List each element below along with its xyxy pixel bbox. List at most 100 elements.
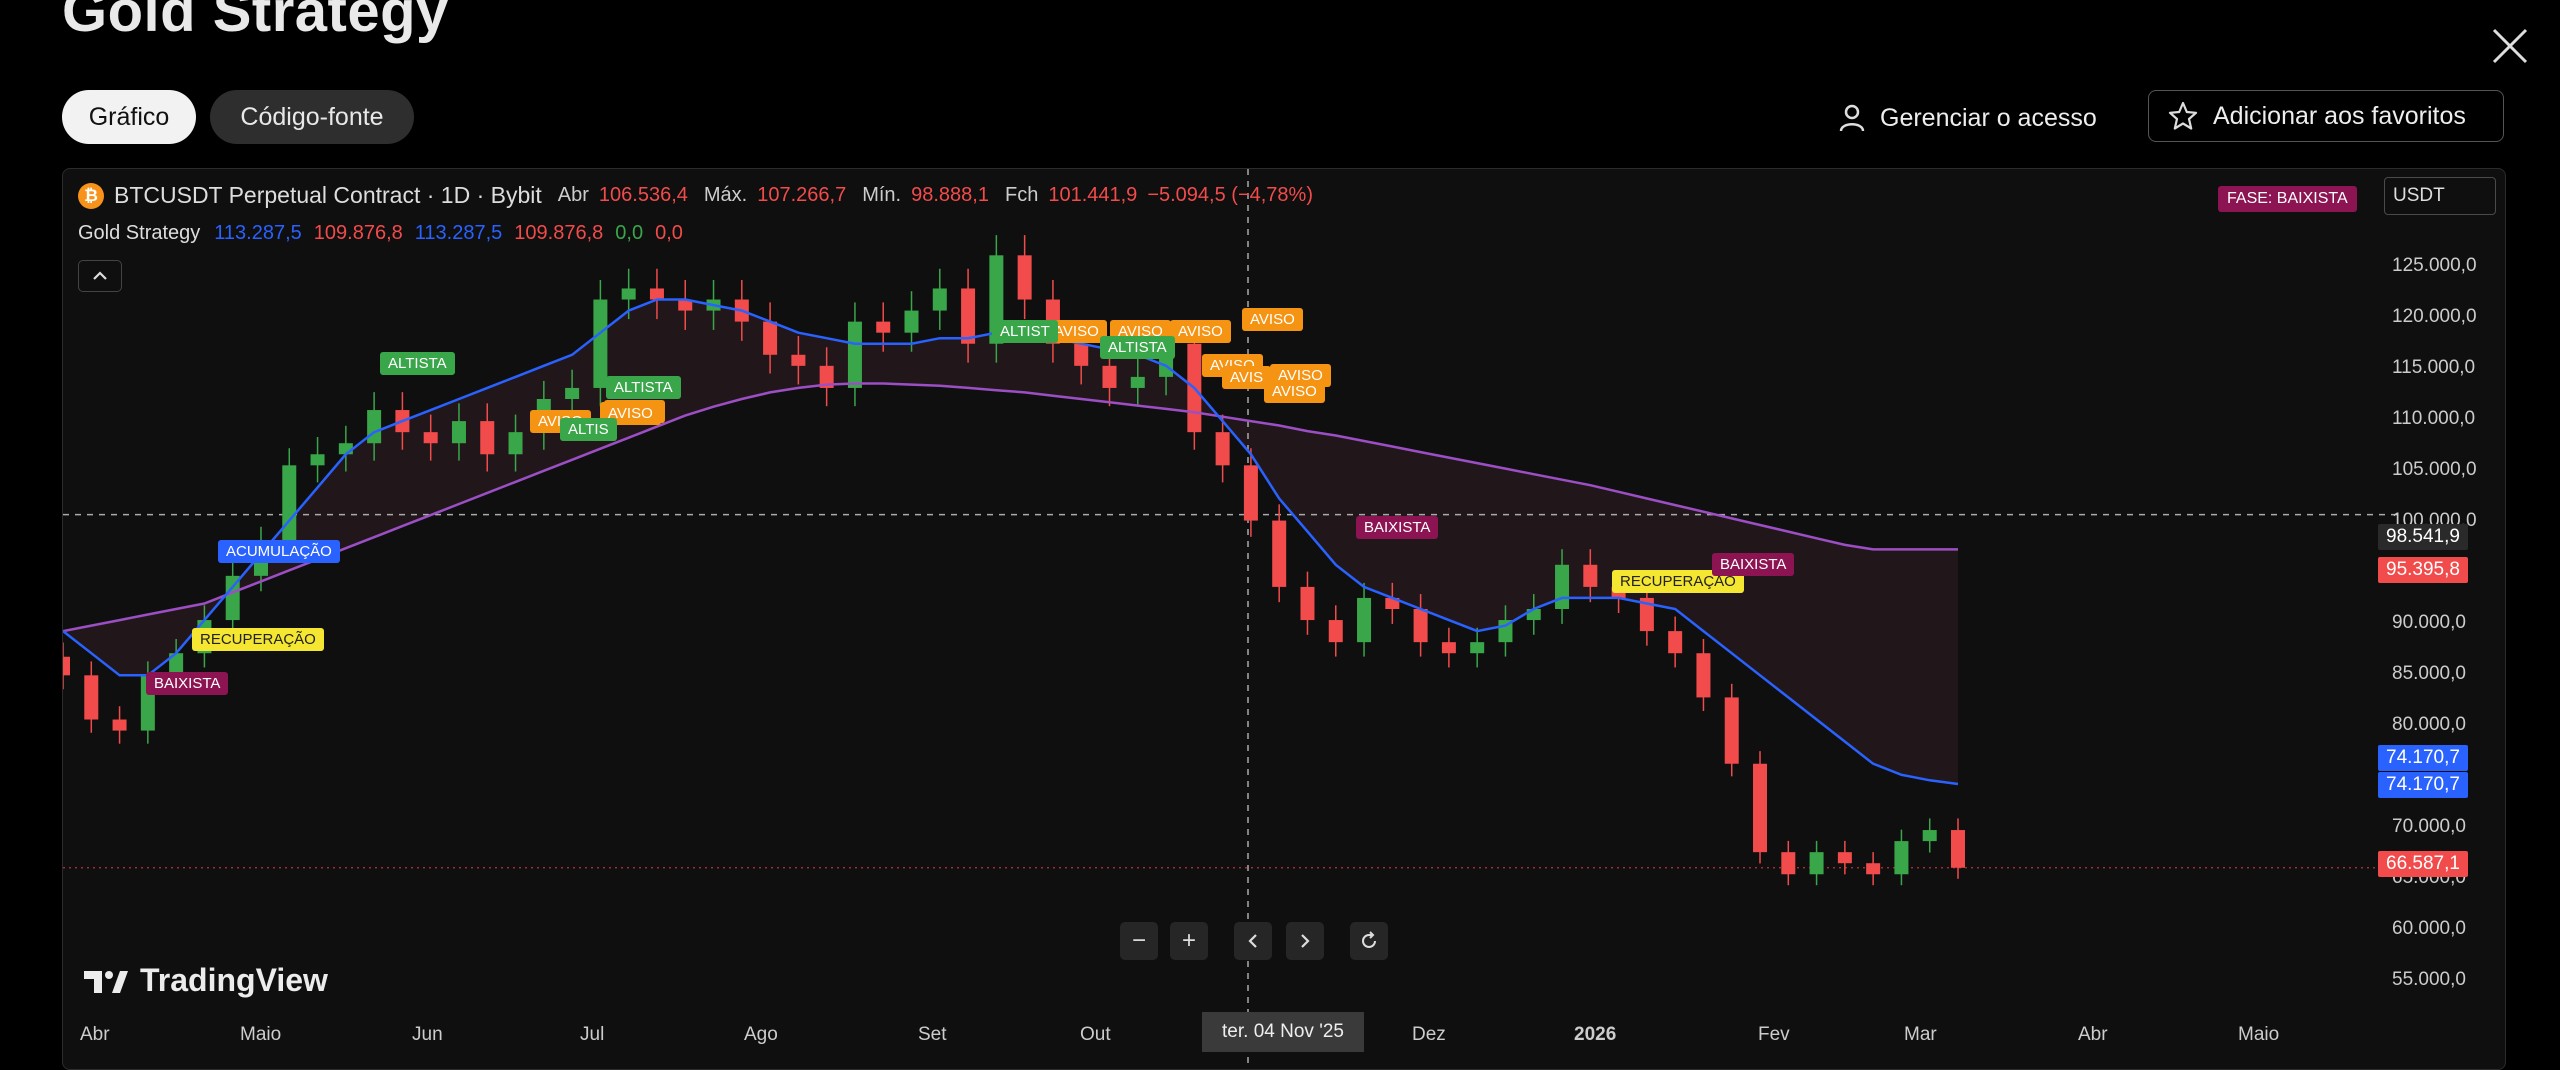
candle-body	[1781, 852, 1796, 875]
candle-body	[1017, 255, 1032, 300]
candle-body	[1441, 642, 1456, 654]
candle-body	[84, 675, 99, 720]
scroll-left-button[interactable]	[1234, 922, 1272, 960]
price-badge: 74.170,7	[2378, 745, 2468, 771]
x-tick-label: Maio	[2238, 1024, 2280, 1045]
candle-body	[1837, 852, 1852, 864]
candle-body	[1300, 586, 1315, 621]
signal-tag: BAIXISTA	[1712, 553, 1795, 576]
trend-cloud	[63, 299, 1958, 784]
crosshair-date: ter. 04 Nov '25	[1202, 1012, 1364, 1052]
candle-body	[310, 454, 325, 466]
indicator-name: Gold Strategy	[78, 222, 201, 244]
x-tick-label: Out	[1080, 1024, 1111, 1045]
manage-access-button[interactable]: Gerenciar o acesso	[1838, 95, 2097, 141]
bitcoin-icon: ₿	[78, 182, 104, 209]
add-favorites-button[interactable]: Adicionar aos favoritos	[2148, 90, 2504, 142]
signal-tag: ALTIS	[560, 418, 617, 441]
x-tick-label: Jul	[580, 1024, 605, 1045]
y-tick-label: 105.000,0	[2392, 459, 2477, 480]
x-tick-label: Abr	[80, 1024, 110, 1045]
tradingview-icon	[84, 970, 128, 993]
low-label: Mín.	[862, 184, 902, 206]
close-button[interactable]	[2488, 24, 2532, 68]
indicator-values: 113.287,5 109.876,8 113.287,5 109.876,8 0,0 0…	[214, 222, 683, 245]
candle-body	[1470, 642, 1485, 654]
y-tick-label: 125.000,0	[2392, 255, 2477, 276]
zoom-in-button[interactable]: +	[1170, 922, 1208, 960]
chevron-left-icon	[1248, 934, 1257, 948]
zoom-out-button[interactable]: −	[1120, 922, 1158, 960]
signal-tag: BAIXISTA	[1356, 516, 1439, 539]
chevron-up-icon	[93, 271, 107, 280]
price-badge: 66.587,1	[2378, 851, 2468, 877]
candle-body	[480, 421, 495, 455]
page-title: Gold Strategy	[62, 0, 449, 44]
candle-body	[1866, 863, 1881, 875]
scroll-right-button[interactable]	[1286, 922, 1324, 960]
y-tick-label: 80.000,0	[2392, 714, 2466, 735]
candle-body	[1328, 620, 1343, 643]
signal-tag: BAIXISTA	[146, 672, 229, 695]
tab-source-code[interactable]: Código-fonte	[210, 90, 414, 144]
candle-body	[1809, 852, 1824, 875]
star-icon	[2168, 101, 2198, 130]
open-label: Abr	[557, 184, 589, 206]
candle-body	[1074, 343, 1089, 366]
tradingview-logo[interactable]: TradingView	[82, 962, 328, 999]
price-chart[interactable]	[63, 169, 2505, 1069]
tab-chart[interactable]: Gráfico	[62, 90, 196, 144]
change-value: −5.094,5 (−4,78%)	[1147, 184, 1313, 206]
candle-body	[791, 354, 806, 366]
close-label: Fch	[1004, 184, 1039, 206]
candle-body	[1272, 520, 1287, 587]
candle-body	[423, 432, 438, 444]
collapse-legend-button[interactable]	[78, 260, 122, 292]
candle-body	[1413, 609, 1428, 643]
signal-tag: AVISO	[1170, 320, 1231, 343]
indicator-value: 113.287,5	[214, 222, 302, 244]
candle-body	[1753, 763, 1768, 853]
signal-tag: AVISO	[1264, 380, 1325, 403]
candle-body	[1130, 376, 1145, 388]
y-tick-label: 90.000,0	[2392, 612, 2466, 633]
symbol-name: BTCUSDT Perpetual Contract · 1D · Bybit	[114, 182, 542, 208]
candle-body	[1696, 653, 1711, 698]
candle-body	[961, 288, 976, 344]
price-badge: 95.395,8	[2378, 557, 2468, 583]
y-tick-label: 60.000,0	[2392, 918, 2466, 939]
candle-body	[451, 421, 466, 444]
x-tick-label: Abr	[2078, 1024, 2108, 1045]
signal-tag: ALTISTA	[606, 376, 681, 399]
close-value: 101.441,9	[1048, 184, 1138, 206]
candle-body	[593, 299, 608, 388]
symbol-legend: ₿ BTCUSDT Perpetual Contract · 1D · Bybi…	[78, 182, 1313, 209]
user-icon	[1839, 104, 1865, 132]
candle-body	[1583, 564, 1598, 587]
y-tick-label: 70.000,0	[2392, 816, 2466, 837]
reset-chart-button[interactable]	[1350, 922, 1388, 960]
add-favorites-label: Adicionar aos favoritos	[2213, 101, 2466, 130]
candle-body	[932, 288, 947, 311]
candle-body	[63, 656, 70, 676]
x-tick-label: Ago	[744, 1024, 778, 1045]
indicator-value: 0,0	[615, 222, 644, 244]
candle-body	[565, 387, 580, 399]
y-tick-label: 115.000,0	[2392, 357, 2476, 378]
price-badge: 98.541,9	[2378, 524, 2468, 550]
candle-body	[508, 432, 523, 455]
high-label: Máx.	[703, 184, 748, 206]
currency-selector[interactable]: USDT	[2384, 177, 2496, 215]
signal-tag: ALTISTA	[1100, 336, 1175, 359]
candle-body	[1724, 697, 1739, 764]
candle-body	[1922, 830, 1937, 842]
y-tick-label: 85.000,0	[2392, 663, 2466, 684]
candle-body	[904, 310, 919, 333]
x-tick-label: Set	[918, 1024, 947, 1045]
indicator-value: 0,0	[655, 222, 683, 244]
chart-area[interactable]	[62, 168, 2506, 1070]
signal-tag: ACUMULAÇÃO	[218, 540, 340, 563]
candle-body	[1215, 432, 1230, 466]
plus-icon: +	[1181, 927, 1196, 954]
signal-tag: ALTISTA	[380, 352, 455, 375]
